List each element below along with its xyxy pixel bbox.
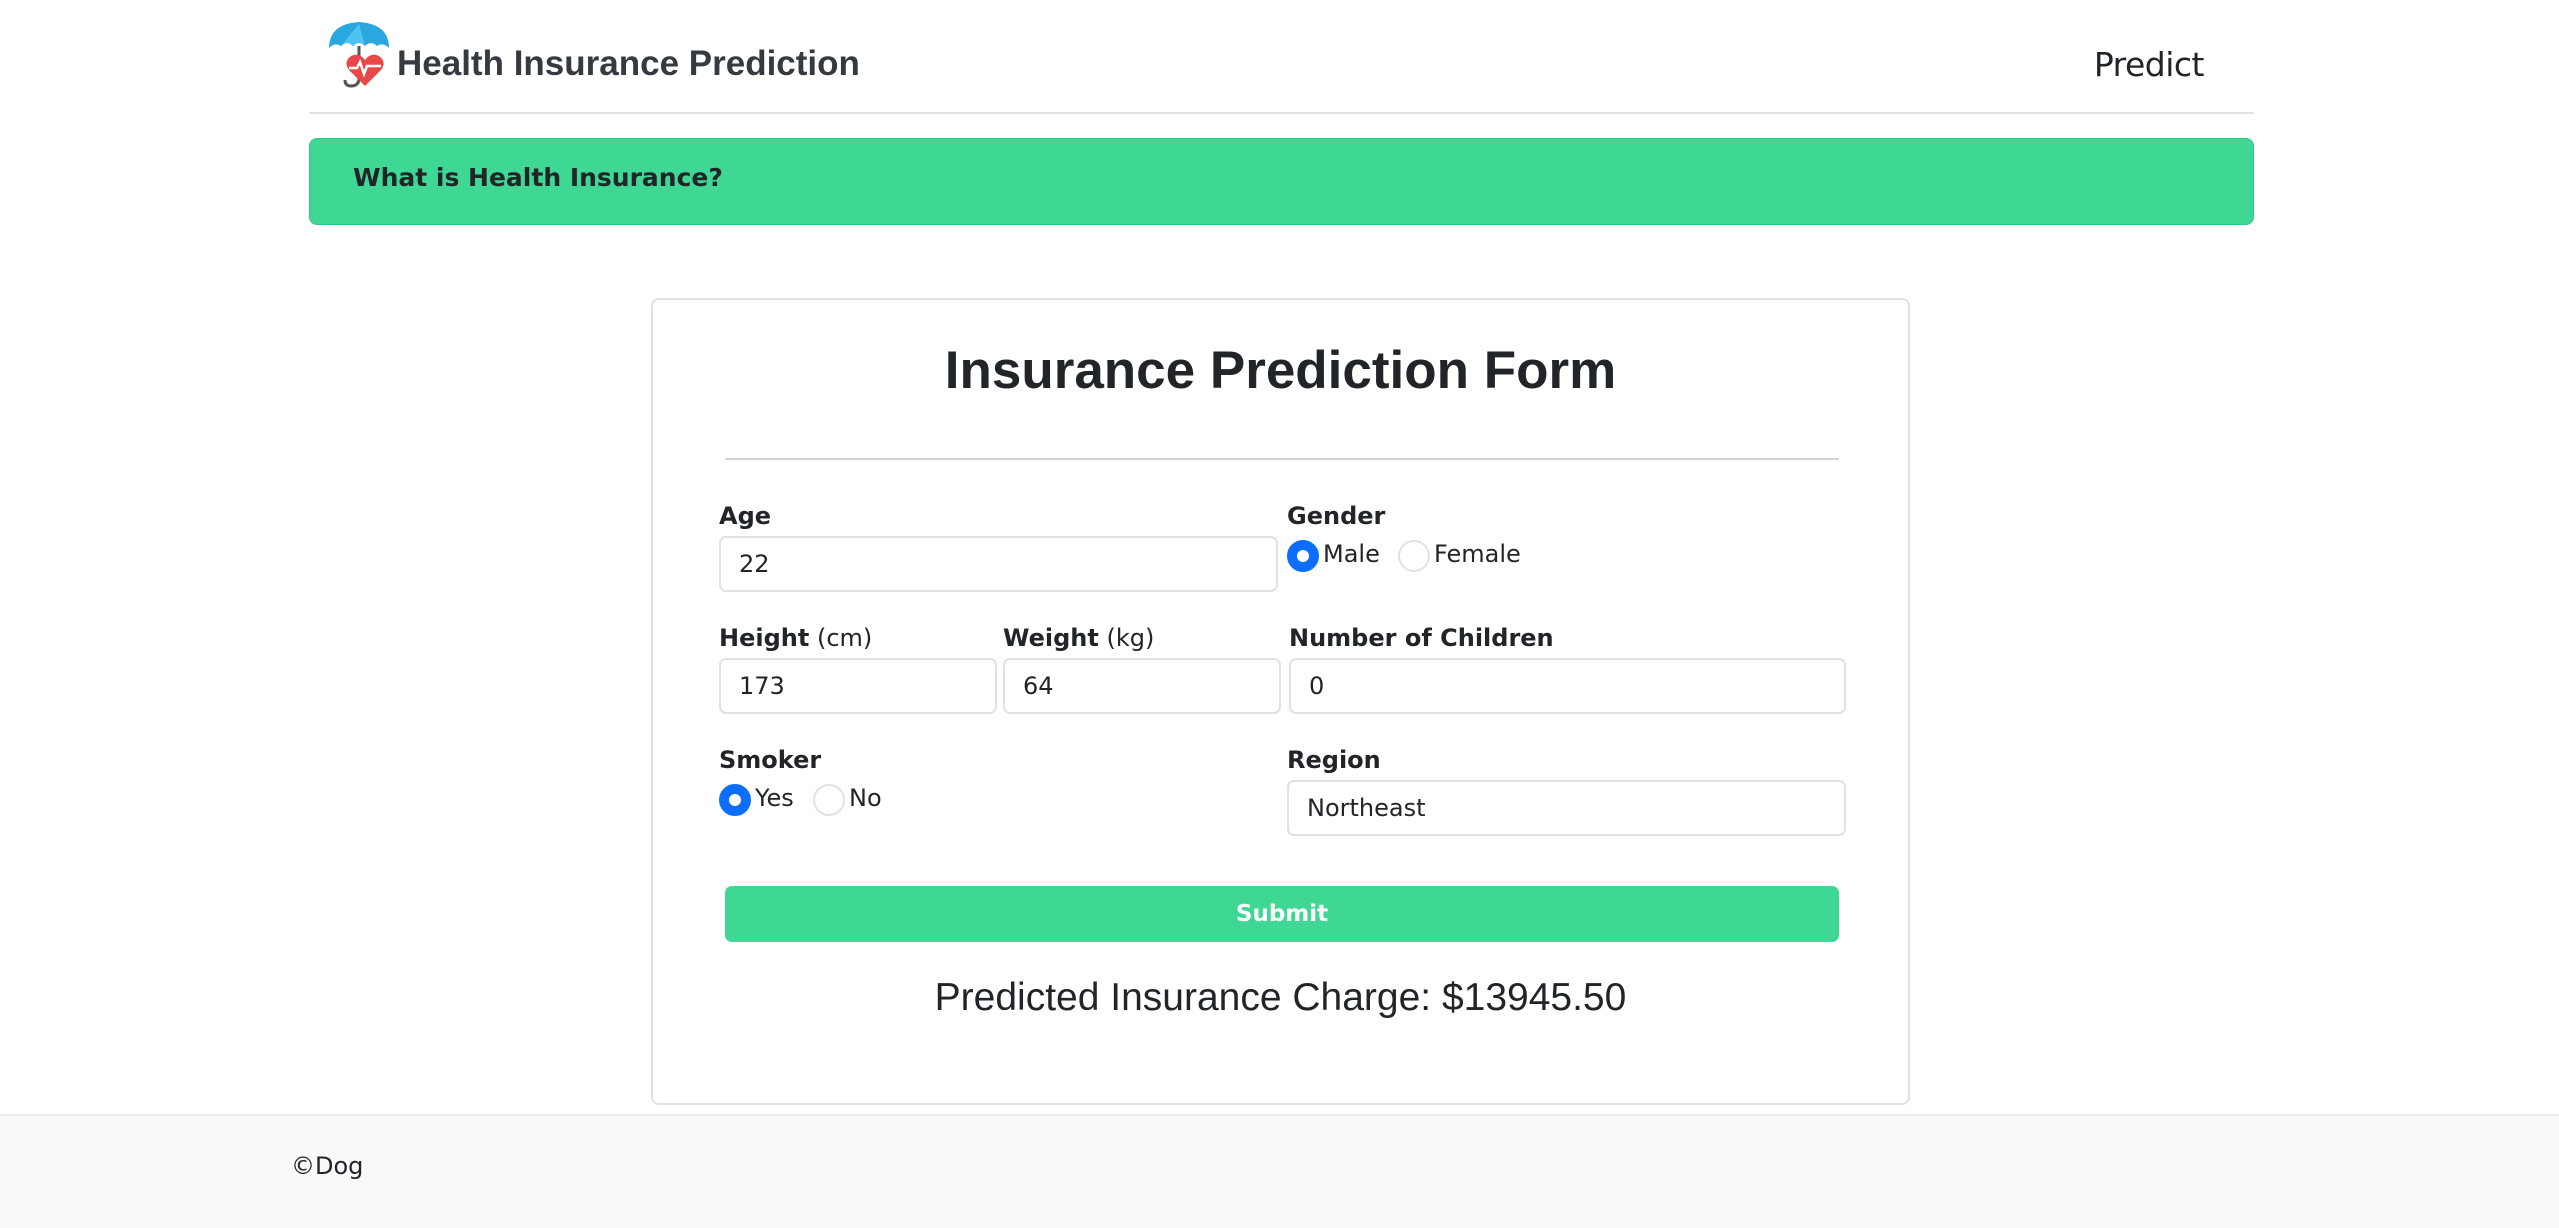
gender-female-label[interactable]: Female xyxy=(1434,540,1521,568)
smoker-no-label[interactable]: No xyxy=(849,784,882,812)
smoker-label: Smoker xyxy=(719,746,822,774)
gender-label: Gender xyxy=(1287,502,1386,530)
age-input[interactable]: 22 xyxy=(719,536,1278,592)
divider xyxy=(725,458,1839,460)
brand-title: Health Insurance Prediction xyxy=(397,44,860,83)
weight-unit: (kg) xyxy=(1106,624,1155,652)
info-alert[interactable]: What is Health Insurance? xyxy=(309,138,2254,225)
umbrella-heart-logo-icon xyxy=(325,20,393,92)
age-label: Age xyxy=(719,502,772,530)
children-input[interactable]: 0 xyxy=(1289,658,1846,714)
nav-link-predict[interactable]: Predict xyxy=(2094,45,2205,84)
smoker-no-radio[interactable] xyxy=(813,784,845,816)
prediction-form-card: Insurance Prediction Form Age 22 Gender … xyxy=(651,298,1910,1105)
prediction-result: Predicted Insurance Charge: $13945.50 xyxy=(934,976,1627,1019)
smoker-yes-label[interactable]: Yes xyxy=(755,784,794,812)
footer-copyright: ©Dog xyxy=(291,1152,364,1180)
height-label: Height (cm) xyxy=(719,624,873,652)
height-input[interactable]: 173 xyxy=(719,658,997,714)
weight-label: Weight (kg) xyxy=(1003,624,1155,652)
submit-button[interactable]: Submit xyxy=(725,886,1839,942)
form-title: Insurance Prediction Form xyxy=(944,341,1617,400)
gender-male-radio[interactable] xyxy=(1287,540,1319,572)
alert-text[interactable]: What is Health Insurance? xyxy=(353,163,723,192)
smoker-yes-radio[interactable] xyxy=(719,784,751,816)
region-input[interactable]: Northeast xyxy=(1287,780,1846,836)
navbar: Health Insurance Prediction Predict xyxy=(309,0,2254,114)
footer: ©Dog xyxy=(0,1114,2559,1228)
region-label: Region xyxy=(1287,746,1381,774)
weight-input[interactable]: 64 xyxy=(1003,658,1281,714)
gender-female-radio[interactable] xyxy=(1398,540,1430,572)
children-label: Number of Children xyxy=(1289,624,1554,652)
height-unit: (cm) xyxy=(816,624,873,652)
gender-male-label[interactable]: Male xyxy=(1323,540,1380,568)
